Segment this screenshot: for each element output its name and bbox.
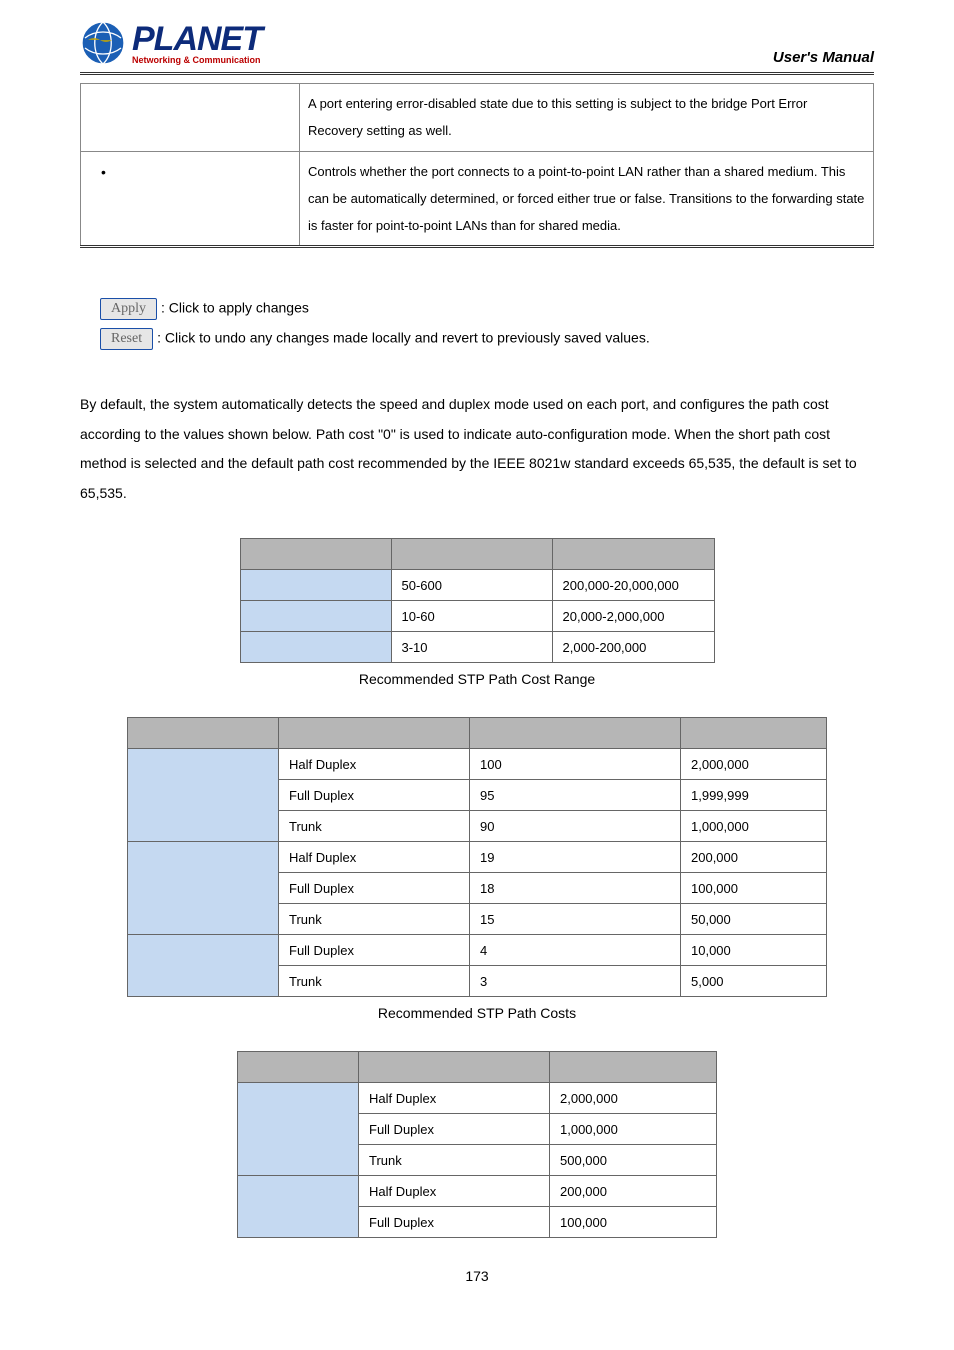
t3c: Half Duplex	[359, 1176, 550, 1207]
t3c: 200,000	[550, 1176, 717, 1207]
t2c: 95	[470, 780, 681, 811]
default-path-costs-table: Half Duplex2,000,000 Full Duplex1,000,00…	[237, 1051, 717, 1238]
info-paragraph: By default, the system automatically det…	[80, 390, 874, 508]
logo-text: PLANET	[132, 22, 262, 56]
path-cost-range-table: 50-600200,000-20,000,000 10-6020,000-2,0…	[240, 538, 715, 663]
t1-h3	[552, 539, 714, 570]
page-header: PLANET Networking & Communication User's…	[80, 20, 874, 75]
t2c: 10,000	[681, 935, 827, 966]
t2c: Half Duplex	[279, 749, 470, 780]
table2-caption: Recommended STP Path Costs	[80, 1005, 874, 1021]
t2c: 3	[470, 966, 681, 997]
manual-title: User's Manual	[773, 49, 874, 66]
t1-r1-c1: 50-600	[391, 570, 552, 601]
t2-g1-l	[128, 749, 279, 842]
t1-r3-c2: 2,000-200,000	[552, 632, 714, 663]
description-table: A port entering error-disabled state due…	[80, 83, 874, 248]
t2c: 15	[470, 904, 681, 935]
t2c: 5,000	[681, 966, 827, 997]
reset-row: Reset: Click to undo any changes made lo…	[80, 328, 874, 350]
t3c: Trunk	[359, 1145, 550, 1176]
t2c: 200,000	[681, 842, 827, 873]
t2c: 1,000,000	[681, 811, 827, 842]
apply-row: Apply: Click to apply changes	[80, 298, 874, 320]
t3-g2-l	[238, 1176, 359, 1238]
apply-button[interactable]: Apply	[100, 298, 157, 320]
t2c: 4	[470, 935, 681, 966]
t3c: 500,000	[550, 1145, 717, 1176]
path-costs-table: Half Duplex1002,000,000 Full Duplex951,9…	[127, 717, 827, 997]
t1-r3-c1: 3-10	[391, 632, 552, 663]
t1-r3-l	[240, 632, 391, 663]
t2c: Trunk	[279, 966, 470, 997]
t2c: Trunk	[279, 811, 470, 842]
t1-h2	[391, 539, 552, 570]
t3-h2	[359, 1052, 550, 1083]
t2-h1	[128, 718, 279, 749]
page-number: 173	[80, 1268, 874, 1284]
t2c: 90	[470, 811, 681, 842]
t2c: Full Duplex	[279, 935, 470, 966]
reset-button[interactable]: Reset	[100, 328, 153, 350]
desc-row1-label	[81, 84, 300, 152]
t2-g3-l	[128, 935, 279, 997]
t3-h1	[238, 1052, 359, 1083]
t2c: 50,000	[681, 904, 827, 935]
t3c: Full Duplex	[359, 1114, 550, 1145]
apply-desc: : Click to apply changes	[161, 300, 309, 316]
globe-icon	[80, 20, 126, 66]
t2c: 18	[470, 873, 681, 904]
table1-caption: Recommended STP Path Cost Range	[80, 671, 874, 687]
t1-r2-c1: 10-60	[391, 601, 552, 632]
t2-h2	[279, 718, 470, 749]
t2-h3	[470, 718, 681, 749]
t2c: 100,000	[681, 873, 827, 904]
t3c: 1,000,000	[550, 1114, 717, 1145]
t2-g2-l	[128, 842, 279, 935]
t2-h4	[681, 718, 827, 749]
logo: PLANET Networking & Communication	[80, 20, 262, 66]
t2c: Half Duplex	[279, 842, 470, 873]
desc-row2-label: •	[81, 151, 300, 247]
t2c: 19	[470, 842, 681, 873]
t1-r1-l	[240, 570, 391, 601]
reset-desc: : Click to undo any changes made locally…	[157, 330, 650, 346]
logo-subtext: Networking & Communication	[132, 56, 262, 65]
t2c: Full Duplex	[279, 873, 470, 904]
desc-row1-text: A port entering error-disabled state due…	[300, 84, 874, 152]
t1-h1	[240, 539, 391, 570]
t3c: Half Duplex	[359, 1083, 550, 1114]
desc-row2-text: Controls whether the port connects to a …	[300, 151, 874, 247]
t1-r1-c2: 200,000-20,000,000	[552, 570, 714, 601]
t3c: Full Duplex	[359, 1207, 550, 1238]
t2c: Full Duplex	[279, 780, 470, 811]
t2c: 2,000,000	[681, 749, 827, 780]
t2c: 100	[470, 749, 681, 780]
t2c: 1,999,999	[681, 780, 827, 811]
t3c: 2,000,000	[550, 1083, 717, 1114]
t2c: Trunk	[279, 904, 470, 935]
t3c: 100,000	[550, 1207, 717, 1238]
t1-r2-l	[240, 601, 391, 632]
t3-h3	[550, 1052, 717, 1083]
t1-r2-c2: 20,000-2,000,000	[552, 601, 714, 632]
t3-g1-l	[238, 1083, 359, 1176]
